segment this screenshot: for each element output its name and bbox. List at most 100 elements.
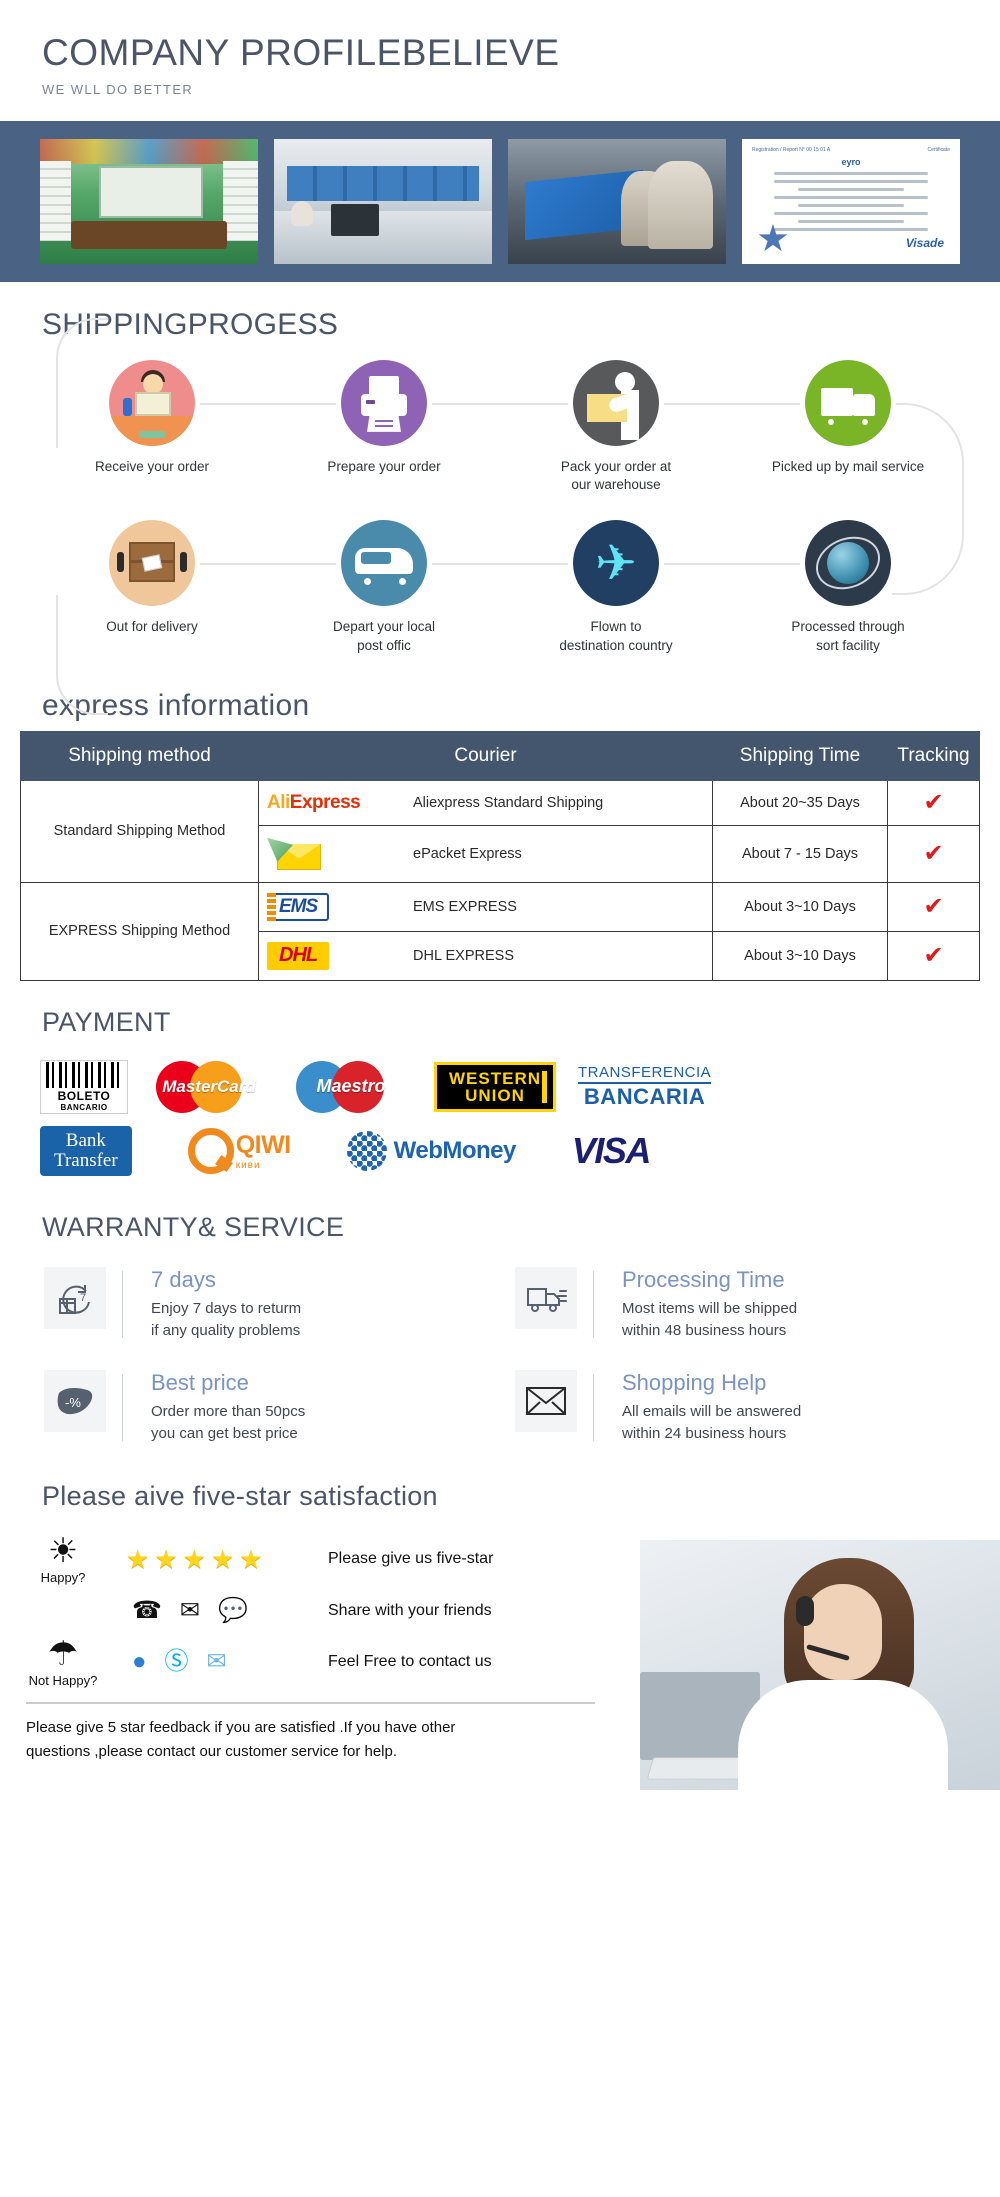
shipping-step-picked: Picked up by mail service [732,359,964,494]
globe-sort-icon [805,520,891,607]
star-icon[interactable]: ★ [154,1546,177,1572]
courier-name: DHL EXPRESS [413,947,514,964]
star-icon[interactable]: ★ [239,1546,262,1572]
warranty-line: you can get best price [151,1424,298,1442]
shipping-step-out-for-delivery: Out for delivery [36,520,268,654]
warranty-item-return: 7 7 days Enjoy 7 days to returm if any q… [44,1266,485,1342]
star-icon[interactable]: ★ [183,1546,206,1572]
epacket-logo [267,836,395,872]
maestro-text: Maestro [316,1076,386,1097]
certificate-brand: eyro [841,156,861,167]
payment-row-1: BOLETO BANCARIO MasterCard Maestro WESTE… [40,1059,960,1114]
five-star-text: Feel Free to contact us [328,1653,492,1670]
transferencia-line1: TRANSFERENCIA [578,1064,712,1084]
warranty-line: within 24 business hours [622,1424,787,1442]
skype-icon[interactable]: Ⓢ [165,1650,189,1674]
warranty-line: Order more than 50pcs [151,1403,306,1420]
phone-icon[interactable]: ☎ [132,1598,162,1623]
western-union-line1: WESTERN [449,1068,541,1088]
shipping-step-label: Depart your local post offic [332,619,436,653]
qiwi-logo: QIWI киви [187,1126,291,1176]
svg-text:7: 7 [80,1292,86,1304]
showroom-photo [40,138,258,264]
shipping-step-label: Picked up by mail service [771,458,925,474]
column-shipping-method: Shipping method [20,730,259,781]
warranty-section: 7 7 days Enjoy 7 days to returm if any q… [0,1247,1000,1455]
check-icon: ✔ [923,941,944,969]
company-photo-band: Registration / Report N° 00 15 01 A Cert… [0,120,1000,282]
courier-name: EMS EXPRESS [413,898,517,915]
footer-note: Please give 5 star feedback if you are s… [26,1716,614,1764]
warranty-item-best-price: -% Best price Order more than 50pcs you … [44,1369,485,1445]
footer-line: Please give 5 star feedback if you are s… [26,1718,456,1736]
return-7-days-icon: 7 [44,1266,106,1329]
star-icon[interactable]: ★ [211,1546,234,1572]
email-icon[interactable]: ✉ [207,1650,227,1674]
company-profile-header: COMPANY PROFILEBELIEVE WE WLL DO BETTER [0,0,1000,109]
five-star-text: Please give us five-star [328,1550,494,1567]
star-rating[interactable]: ★ ★ ★ ★ ★ [120,1546,308,1572]
shipping-step-label: Processed through sort facility [791,619,905,653]
cell-shipping-method: EXPRESS Shipping Method [20,881,259,981]
happy-sun-icon: ☀ Happy? [26,1534,100,1585]
payment-section: BOLETO BANCARIO MasterCard Maestro WESTE… [0,1042,1000,1186]
chat-bubble-icon[interactable]: 💬 [218,1598,248,1623]
warranty-heading: Shopping Help [622,1369,767,1395]
mastercard-logo: MasterCard [150,1060,268,1113]
star-icon[interactable]: ★ [126,1546,149,1572]
truck-icon [805,359,891,446]
bank-transfer-logo: Bank Transfer [40,1125,132,1176]
warranty-title: WARRANTY& SERVICE [42,1211,345,1242]
five-star-section: ☀ Happy? ★ ★ ★ ★ ★ Please give us five-s… [0,1516,1000,1790]
table-header-row: Shipping method Courier Shipping Time Tr… [20,730,980,781]
five-star-title: Please aive five-star satisfaction [42,1480,438,1511]
aliexpress-logo-part2: Express [289,791,361,813]
cell-courier: DHL DHL EXPRESS [258,930,713,981]
shipping-steps-row-2: Out for delivery Depart your local post o… [36,520,964,654]
column-tracking: Tracking [887,730,980,781]
visa-text: VISA [571,1129,652,1171]
shipping-step-sort-facility: Processed through sort facility [732,520,964,654]
payment-row-2: Bank Transfer QIWI киви WebMoney VISA [40,1125,960,1176]
qq-icon[interactable]: ● [132,1650,147,1674]
contact-icons: ● Ⓢ ✉ [120,1650,308,1674]
airplane-icon: ✈ [573,520,659,607]
shipping-step-label: Pack your order at our warehouse [560,458,672,493]
warranty-item-processing-time: Processing Time Most items will be shipp… [515,1266,956,1342]
shipping-progress-title: SHIPPINGPROGESS [42,307,339,341]
shipping-step-prepare: Prepare your order [268,359,500,494]
warranty-line: if any quality problems [151,1321,301,1339]
cell-tracking: ✔ [887,930,980,981]
shipping-step-label: Prepare your order [327,458,441,474]
certificate-header-left: Registration / Report N° 00 15 01 A [752,146,831,153]
person-desk-icon [109,359,195,446]
production-line-photo [508,138,726,264]
office-photo [274,138,492,264]
cell-tracking: ✔ [887,881,980,932]
shipping-step-pack: Pack your order at our warehouse [500,359,732,494]
delivery-truck-icon [515,1266,577,1329]
cell-courier: EMS EMS EXPRESS [258,881,713,932]
aliexpress-logo: AliExpress [267,792,395,814]
cell-shipping-method: Standard Shipping Method [20,779,259,883]
webmoney-logo: WebMoney [346,1126,516,1176]
cell-shipping-time: About 7 - 15 Days [712,824,888,883]
printer-icon [341,359,427,446]
five-star-row-rating: ☀ Happy? ★ ★ ★ ★ ★ Please give us five-s… [26,1534,974,1585]
certificate-mark: Visade [905,235,944,250]
check-icon: ✔ [923,839,944,867]
not-happy-label: Not Happy? [28,1672,98,1688]
warranty-item-shopping-help: Shopping Help All emails will be answere… [515,1369,956,1445]
mailbox-icon [109,520,195,607]
transferencia-line2: BANCARIA [583,1083,706,1109]
warranty-line: All emails will be answered [622,1403,802,1420]
check-icon: ✔ [923,788,944,816]
boleto-line2: BANCARIO [60,1102,108,1112]
maestro-logo: Maestro [290,1060,412,1113]
check-icon: ✔ [923,892,944,920]
five-star-row-share: ☎ ✉ 💬 Share with your friends [26,1598,974,1623]
shipping-step-label: Out for delivery [106,619,198,635]
cell-tracking: ✔ [887,779,980,826]
courier-name: ePacket Express [413,845,522,862]
mail-icon[interactable]: ✉ [180,1598,200,1623]
